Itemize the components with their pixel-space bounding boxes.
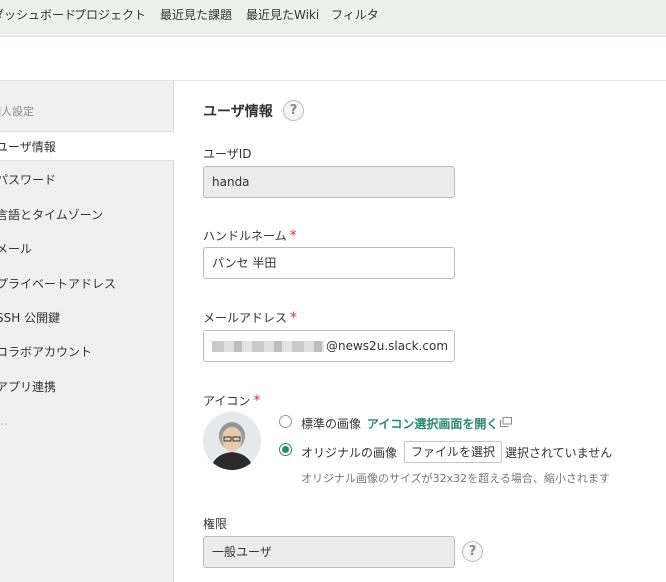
email-label: メールアドレス * [203, 309, 297, 326]
sidebar-item-label: プライベートアドレス [0, 277, 117, 291]
radio-original-image[interactable] [279, 443, 292, 456]
sidebar-item-private-address[interactable]: プライベートアドレス [0, 269, 174, 299]
handle-name-input[interactable]: パンセ 半田 [203, 247, 455, 279]
email-redacted-part [212, 341, 324, 352]
role-field: 一般ユーザ [203, 536, 455, 568]
settings-sidebar: 個人設定 ユーザ情報 パスワード 言語とタイムゾーン メール プライベートアドレ… [0, 81, 174, 582]
avatar-photo [203, 412, 261, 470]
sidebar-heading: 個人設定 [0, 105, 34, 118]
sidebar-item-label: アプリ連携 [0, 380, 57, 394]
open-icon-picker-link[interactable]: アイコン選択画面を開く [367, 415, 498, 432]
sidebar-item-label: メール [0, 242, 33, 256]
sidebar-item-collab-account[interactable]: コラボアカウント [0, 337, 174, 367]
nav-filters[interactable]: フィルタ [331, 0, 379, 30]
role-help-icon[interactable]: ? [462, 541, 483, 562]
main-content: ユーザ情報 ? ユーザID handa ハンドルネーム * パンセ 半田 メールア… [175, 81, 666, 582]
required-mark: * [253, 393, 261, 409]
sidebar-item-ssh-keys[interactable]: SSH 公開鍵 [0, 303, 174, 333]
sidebar-item-password[interactable]: パスワード [0, 165, 174, 195]
user-id-label: ユーザID [203, 147, 252, 161]
required-mark: * [289, 228, 297, 244]
sidebar-item-language-timezone[interactable]: 言語とタイムゾーン [0, 200, 174, 230]
role-label: 権限 [203, 517, 228, 531]
icon-size-note: オリジナル画像のサイズが32x32を超える場合、縮小されます [301, 472, 610, 485]
radio-standard-image[interactable] [279, 415, 292, 428]
user-id-field: handa [203, 166, 455, 198]
icon-label: アイコン * [203, 392, 260, 409]
file-status-text: 選択されていません [505, 446, 613, 460]
handle-name-label-text: ハンドルネーム [203, 229, 287, 243]
sidebar-item-label: SSH 公開鍵 [0, 311, 61, 325]
sidebar-item-label: コラボアカウント [0, 345, 93, 359]
avatar [203, 412, 261, 470]
sidebar-item-label: ユーザ情報 [0, 140, 56, 154]
sidebar-item-app-integration[interactable]: アプリ連携 [0, 372, 174, 402]
sub-header [0, 37, 666, 81]
sidebar-item-mail[interactable]: メール [0, 234, 174, 264]
nav-recent-issues[interactable]: 最近見た課題 [160, 0, 232, 30]
icon-label-text: アイコン [203, 394, 251, 408]
choose-file-button[interactable]: ファイルを選択 [404, 441, 503, 463]
page-title: ユーザ情報 [203, 104, 273, 120]
handle-name-label: ハンドルネーム * [203, 227, 297, 244]
sidebar-item-label: パスワード [0, 173, 57, 187]
sidebar-item-label: … [0, 414, 8, 428]
sidebar-item-more[interactable]: … [0, 406, 174, 436]
help-icon[interactable]: ? [283, 100, 304, 121]
email-input[interactable]: @news2u.slack.com [203, 330, 455, 362]
nav-recent-wiki[interactable]: 最近見たWiki [246, 0, 319, 30]
nav-projects[interactable]: プロジェクト [74, 0, 146, 30]
email-label-text: メールアドレス [203, 311, 288, 325]
sidebar-item-user-info[interactable]: ユーザ情報 [0, 131, 174, 161]
nav-dashboard[interactable]: ダッシュボード [0, 0, 76, 30]
top-navigation: ダッシュボード プロジェクト 最近見た課題 最近見たWiki フィルタ [0, 0, 666, 37]
external-window-icon [500, 417, 512, 427]
required-mark: * [290, 310, 298, 326]
sidebar-item-label: 言語とタイムゾーン [0, 208, 104, 222]
original-image-label: オリジナルの画像 [301, 446, 398, 460]
standard-image-label: 標準の画像 [301, 417, 362, 431]
email-domain-text: @news2u.slack.com [326, 339, 449, 353]
